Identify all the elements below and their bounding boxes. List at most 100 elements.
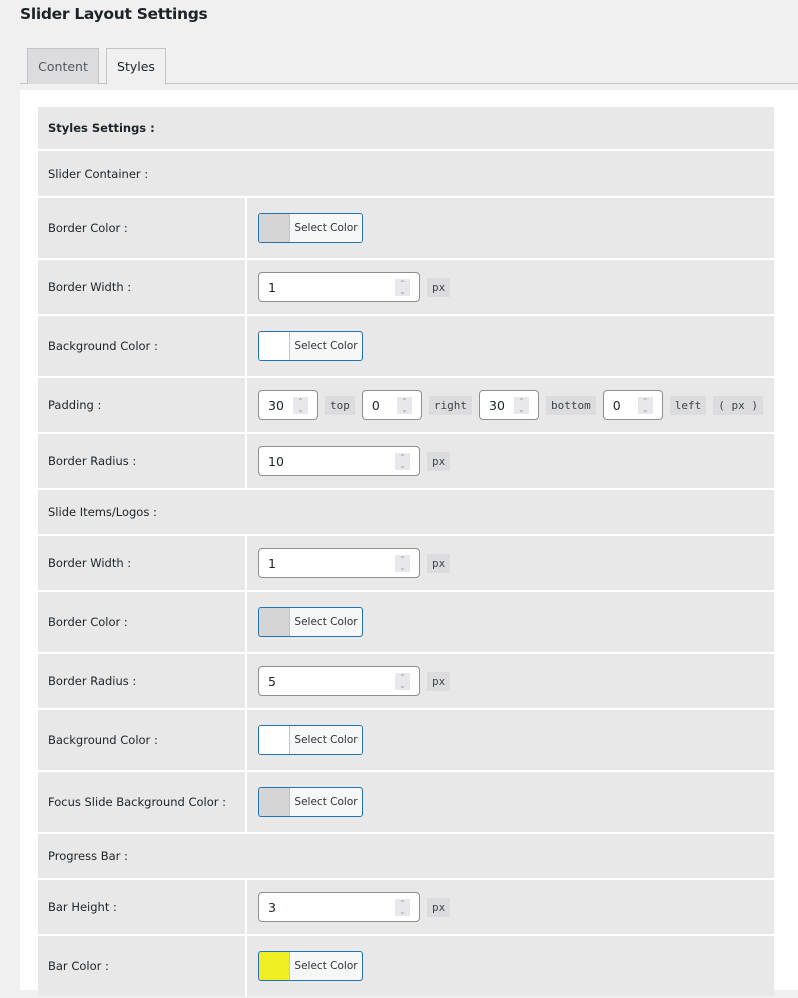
settings-row: Slide Items/Logos : xyxy=(38,490,774,534)
settings-row: Bar Height : 3 ⌃ ⌄ px xyxy=(38,880,774,934)
spinner-arrows-icon[interactable]: ⌃ ⌄ xyxy=(395,555,410,572)
input-value: 5 xyxy=(268,673,276,689)
field-value: Select Color xyxy=(247,710,774,770)
tab-bar: Content Styles xyxy=(20,48,798,85)
field-label: Border Radius : xyxy=(38,654,245,708)
color-swatch xyxy=(259,952,290,980)
settings-row: Border Color : Select Color xyxy=(38,592,774,652)
padding-left-label: left xyxy=(669,395,707,415)
settings-panel: Styles Settings : Slider Container : Borde… xyxy=(20,90,798,996)
spinner-arrows-icon[interactable]: ⌃ ⌄ xyxy=(395,673,410,690)
field-label: Bar Color : xyxy=(38,936,245,996)
settings-row: Styles Settings : xyxy=(38,107,774,149)
input-value: 3 xyxy=(268,899,276,915)
unit-label: px xyxy=(427,553,451,573)
settings-row: Padding : 30 ⌃ ⌄ top 0 ⌃ ⌄ right 30 ⌃ ⌄ bottom 0 ⌃ ⌄ lef… xyxy=(38,378,774,432)
field-value: Select Color xyxy=(247,316,774,376)
settings-row: Background Color : Select Color xyxy=(38,316,774,376)
field-value: 10 ⌃ ⌄ px xyxy=(247,434,774,488)
number-input[interactable]: 0 ⌃ ⌄ xyxy=(602,390,663,420)
settings-row: Border Width : 1 ⌃ ⌄ px xyxy=(38,536,774,590)
field-value: 3 ⌃ ⌄ px xyxy=(247,880,774,934)
select-color-label: Select Color xyxy=(294,796,358,808)
spinner-arrows-icon[interactable]: ⌃ ⌄ xyxy=(637,397,653,414)
settings-row: Border Radius : 10 ⌃ ⌄ px xyxy=(38,434,774,488)
unit-label: px xyxy=(427,451,451,471)
padding-top-label: top xyxy=(325,395,355,415)
field-label: Border Width : xyxy=(38,260,245,314)
field-value: 5 ⌃ ⌄ px xyxy=(247,654,774,708)
unit-label: ( px ) xyxy=(713,395,763,415)
field-value: Select Color xyxy=(247,936,774,996)
number-input[interactable]: 0 ⌃ ⌄ xyxy=(361,390,422,420)
select-color-label: Select Color xyxy=(294,734,358,746)
input-value: 10 xyxy=(268,453,284,469)
settings-row: Slider Container : xyxy=(38,151,774,196)
color-swatch xyxy=(259,214,290,242)
field-label: Padding : xyxy=(38,378,245,432)
select-color-button[interactable]: Select Color xyxy=(258,213,363,243)
settings-row: Border Color : Select Color xyxy=(38,198,774,258)
page-title: Slider Layout Settings xyxy=(20,5,208,23)
unit-label: px xyxy=(427,277,451,297)
field-label: Focus Slide Background Color : xyxy=(38,772,245,832)
number-input[interactable]: 30 ⌃ ⌄ xyxy=(258,390,318,420)
tab-content[interactable]: Content xyxy=(27,48,99,84)
settings-row: Border Width : 1 ⌃ ⌄ px xyxy=(38,260,774,314)
input-value: 1 xyxy=(268,555,276,571)
select-color-label: Select Color xyxy=(294,960,358,972)
unit-label: px xyxy=(427,897,451,917)
color-swatch xyxy=(259,726,290,754)
number-input[interactable]: 30 ⌃ ⌄ xyxy=(479,390,539,420)
select-color-label: Select Color xyxy=(294,340,358,352)
spinner-arrows-icon[interactable]: ⌃ ⌄ xyxy=(395,899,410,916)
select-color-button[interactable]: Select Color xyxy=(258,951,363,981)
field-value: Select Color xyxy=(247,772,774,832)
select-color-button[interactable]: Select Color xyxy=(258,725,363,755)
field-label: Bar Height : xyxy=(38,880,245,934)
input-value: 0 xyxy=(612,397,621,413)
section-heading: Slider Container : xyxy=(38,151,774,196)
number-input[interactable]: 1 ⌃ ⌄ xyxy=(258,272,420,302)
settings-row: Border Radius : 5 ⌃ ⌄ px xyxy=(38,654,774,708)
field-label: Border Color : xyxy=(38,592,245,652)
field-label: Background Color : xyxy=(38,316,245,376)
spinner-arrows-icon[interactable]: ⌃ ⌄ xyxy=(293,397,308,414)
color-swatch xyxy=(259,332,290,360)
settings-row: Focus Slide Background Color : Select Col… xyxy=(38,772,774,832)
spinner-arrows-icon[interactable]: ⌃ ⌄ xyxy=(514,397,529,414)
spinner-arrows-icon[interactable]: ⌃ ⌄ xyxy=(396,397,412,414)
field-value: Select Color xyxy=(247,592,774,652)
input-value: 1 xyxy=(268,279,276,295)
padding-right-label: right xyxy=(428,395,472,415)
input-value: 30 xyxy=(489,397,505,413)
number-input[interactable]: 1 ⌃ ⌄ xyxy=(258,548,420,578)
styles-settings-table: Styles Settings : Slider Container : Borde… xyxy=(38,107,774,998)
input-value: 30 xyxy=(268,397,284,413)
number-input[interactable]: 5 ⌃ ⌄ xyxy=(258,666,420,696)
field-value: Select Color xyxy=(247,198,774,258)
section-heading: Progress Bar : xyxy=(38,834,774,878)
padding-bottom-label: bottom xyxy=(546,395,596,415)
spinner-arrows-icon[interactable]: ⌃ ⌄ xyxy=(395,279,410,296)
select-color-button[interactable]: Select Color xyxy=(258,787,363,817)
field-label: Border Color : xyxy=(38,198,245,258)
tab-styles[interactable]: Styles xyxy=(106,48,166,85)
select-color-label: Select Color xyxy=(294,222,358,234)
select-color-button[interactable]: Select Color xyxy=(258,331,363,361)
unit-label: px xyxy=(427,671,451,691)
settings-row: Background Color : Select Color xyxy=(38,710,774,770)
section-heading: Slide Items/Logos : xyxy=(38,490,774,534)
select-color-button[interactable]: Select Color xyxy=(258,607,363,637)
number-input[interactable]: 10 ⌃ ⌄ xyxy=(258,446,420,476)
settings-row: Bar Color : Select Color xyxy=(38,936,774,996)
number-input[interactable]: 3 ⌃ ⌄ xyxy=(258,892,420,922)
color-swatch xyxy=(259,608,290,636)
field-value: 1 ⌃ ⌄ px xyxy=(247,260,774,314)
field-label: Border Radius : xyxy=(38,434,245,488)
input-value: 0 xyxy=(371,397,380,413)
field-label: Background Color : xyxy=(38,710,245,770)
field-label: Border Width : xyxy=(38,536,245,590)
table-heading: Styles Settings : xyxy=(38,107,774,149)
spinner-arrows-icon[interactable]: ⌃ ⌄ xyxy=(395,453,410,470)
